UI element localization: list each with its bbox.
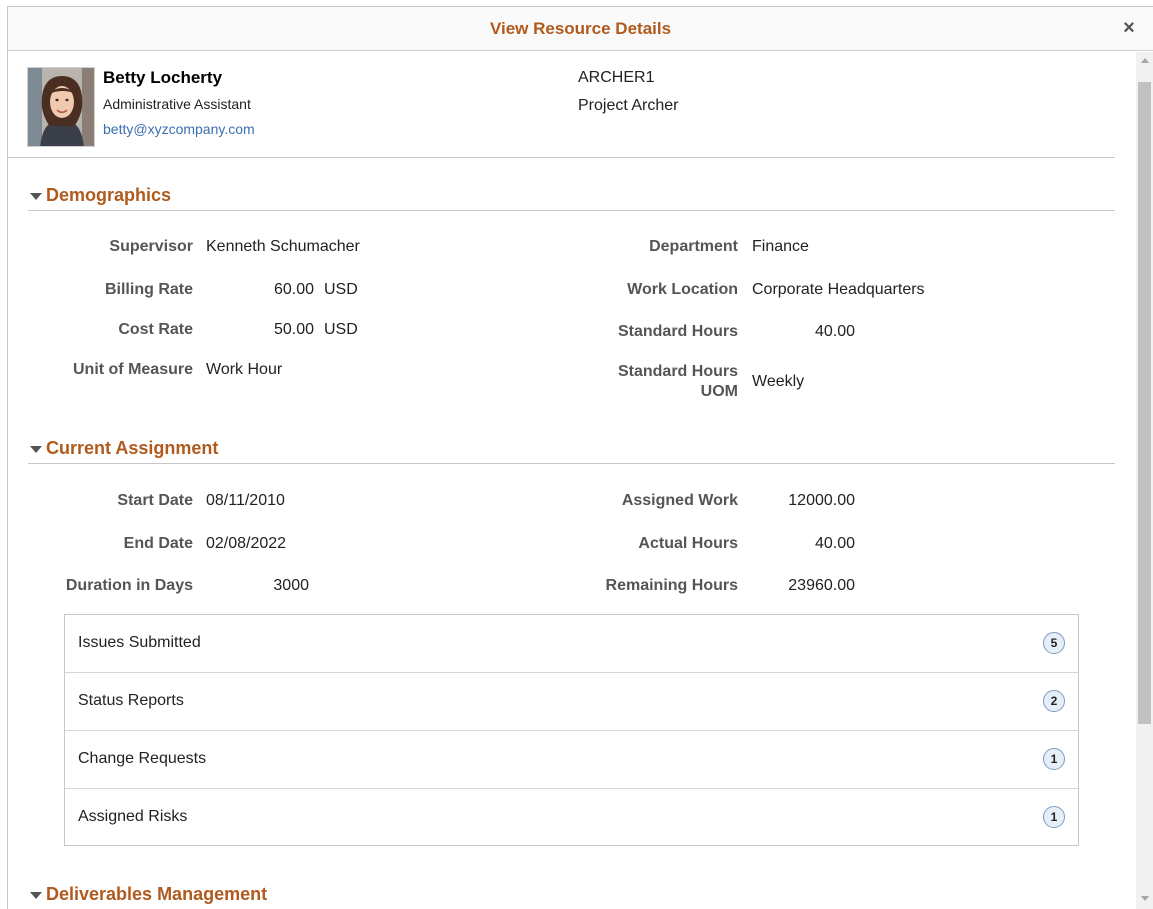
end-date-label: End Date: [123, 535, 193, 552]
dialog-content: Betty Locherty Administrative Assistant …: [8, 52, 1136, 909]
work-location-value: Corporate Headquarters: [752, 281, 925, 298]
list-item-change-requests[interactable]: Change Requests 1: [65, 731, 1078, 789]
dialog-header: View Resource Details ×: [8, 7, 1153, 51]
assigned-work-label: Assigned Work: [621, 492, 738, 509]
standard-hours-label: Standard Hours: [617, 323, 738, 340]
unit-of-measure-label: Unit of Measure: [72, 361, 193, 378]
standard-hours-value: 40.00: [814, 323, 855, 340]
unit-of-measure-value: Work Hour: [206, 361, 283, 378]
end-date-value: 02/08/2022: [206, 535, 287, 552]
collapse-triangle-icon: [30, 446, 42, 453]
work-location-label: Work Location: [627, 281, 738, 298]
remaining-hours-label: Remaining Hours: [605, 577, 738, 594]
count-badge: 2: [1043, 690, 1065, 712]
start-date-label: Start Date: [117, 492, 193, 509]
duration-value: 3000: [273, 577, 309, 594]
project-code: ARCHER1: [578, 69, 655, 86]
list-item-label: Status Reports: [78, 692, 184, 709]
scroll-up-icon[interactable]: [1141, 58, 1149, 63]
deliverables-title: Deliverables Management: [46, 884, 268, 904]
list-item-issues-submitted[interactable]: Issues Submitted 5: [65, 615, 1078, 673]
deliverables-section-toggle[interactable]: Deliverables Management: [28, 884, 1115, 909]
billing-rate-currency: USD: [324, 281, 358, 298]
assignment-items-list: Issues Submitted 5 Status Reports 2 Chan…: [64, 614, 1079, 846]
dialog-title: View Resource Details: [489, 19, 672, 38]
supervisor-value: Kenneth Schumacher: [206, 238, 360, 255]
demographics-section-toggle[interactable]: Demographics: [28, 185, 1115, 211]
collapse-triangle-icon: [30, 193, 42, 200]
duration-label: Duration in Days: [65, 577, 193, 594]
department-label: Department: [649, 238, 738, 255]
list-item-label: Change Requests: [78, 750, 207, 767]
current-assignment-title: Current Assignment: [46, 438, 219, 458]
vertical-scrollbar[interactable]: [1136, 52, 1153, 909]
standard-hours-uom-value: Weekly: [752, 373, 805, 390]
person-job-title: Administrative Assistant: [103, 96, 251, 112]
person-email-link[interactable]: betty@xyzcompany.com: [103, 121, 255, 137]
department-value: Finance: [752, 238, 809, 255]
remaining-hours-value: 23960.00: [788, 577, 855, 594]
current-assignment-section-toggle[interactable]: Current Assignment: [28, 438, 1115, 464]
close-icon[interactable]: ×: [1119, 18, 1139, 38]
scroll-thumb[interactable]: [1138, 82, 1151, 724]
list-item-label: Assigned Risks: [78, 808, 188, 825]
list-item-assigned-risks[interactable]: Assigned Risks 1: [65, 789, 1078, 845]
actual-hours-value: 40.00: [814, 535, 855, 552]
cost-rate-label: Cost Rate: [118, 321, 193, 338]
list-item-status-reports[interactable]: Status Reports 2: [65, 673, 1078, 731]
billing-rate-value: 60.00: [273, 281, 314, 298]
list-item-label: Issues Submitted: [78, 634, 201, 651]
avatar: [27, 67, 95, 147]
scroll-down-icon[interactable]: [1141, 896, 1149, 901]
start-date-value: 08/11/2010: [206, 492, 285, 509]
demographics-title: Demographics: [46, 185, 172, 205]
count-badge: 1: [1043, 748, 1065, 770]
count-badge: 1: [1043, 806, 1065, 828]
cost-rate-currency: USD: [324, 321, 358, 338]
standard-hours-uom-label-line2: UOM: [700, 383, 738, 400]
billing-rate-label: Billing Rate: [104, 281, 193, 298]
actual-hours-label: Actual Hours: [638, 535, 738, 552]
project-name: Project Archer: [578, 97, 679, 114]
collapse-triangle-icon: [30, 892, 42, 899]
person-name: Betty Locherty: [103, 68, 223, 87]
profile-header: Betty Locherty Administrative Assistant …: [8, 52, 1115, 158]
assigned-work-value: 12000.00: [788, 492, 855, 509]
supervisor-label: Supervisor: [109, 238, 193, 255]
standard-hours-uom-label-line1: Standard Hours: [617, 363, 738, 380]
count-badge: 5: [1043, 632, 1065, 654]
resource-details-dialog: View Resource Details × Betty Locherty A…: [7, 6, 1153, 909]
cost-rate-value: 50.00: [273, 321, 314, 338]
